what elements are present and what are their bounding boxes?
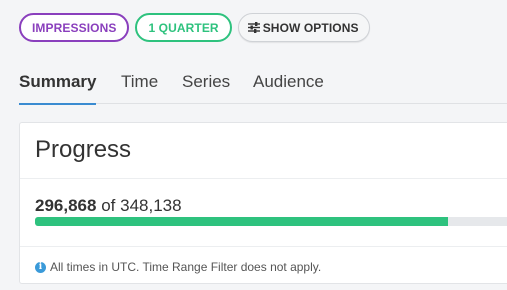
card-divider bbox=[20, 178, 507, 179]
quarter-chip[interactable]: 1 QUARTER bbox=[135, 13, 232, 42]
progress-separator: of bbox=[101, 196, 116, 215]
timezone-note-text: All times in UTC. Time Range Filter does… bbox=[50, 260, 322, 274]
tab-summary[interactable]: Summary bbox=[19, 72, 97, 105]
progress-bar-track bbox=[35, 217, 507, 226]
info-icon: i bbox=[35, 261, 46, 273]
timezone-note: i All times in UTC. Time Range Filter do… bbox=[35, 260, 321, 274]
filter-chip-row: IMPRESSIONS 1 QUARTER SHOW OPTIONS bbox=[19, 13, 370, 42]
report-tabs: Summary Time Series Audience bbox=[19, 64, 507, 105]
tab-series[interactable]: Series bbox=[182, 72, 230, 103]
show-options-button[interactable]: SHOW OPTIONS bbox=[237, 13, 370, 42]
tab-audience[interactable]: Audience bbox=[253, 72, 324, 103]
progress-card-title: Progress bbox=[35, 136, 132, 163]
progress-current-value: 296,868 bbox=[35, 196, 97, 215]
sliders-icon bbox=[247, 22, 260, 33]
progress-bar-fill bbox=[35, 217, 448, 226]
progress-card: Progress 296,868 of 348,138 i All times … bbox=[19, 122, 507, 284]
progress-total-value: 348,138 bbox=[120, 196, 182, 215]
card-divider bbox=[20, 246, 507, 247]
show-options-label: SHOW OPTIONS bbox=[262, 20, 359, 35]
progress-summary: 296,868 of 348,138 bbox=[35, 196, 182, 216]
tab-time[interactable]: Time bbox=[121, 72, 158, 103]
impressions-chip[interactable]: IMPRESSIONS bbox=[19, 13, 130, 42]
